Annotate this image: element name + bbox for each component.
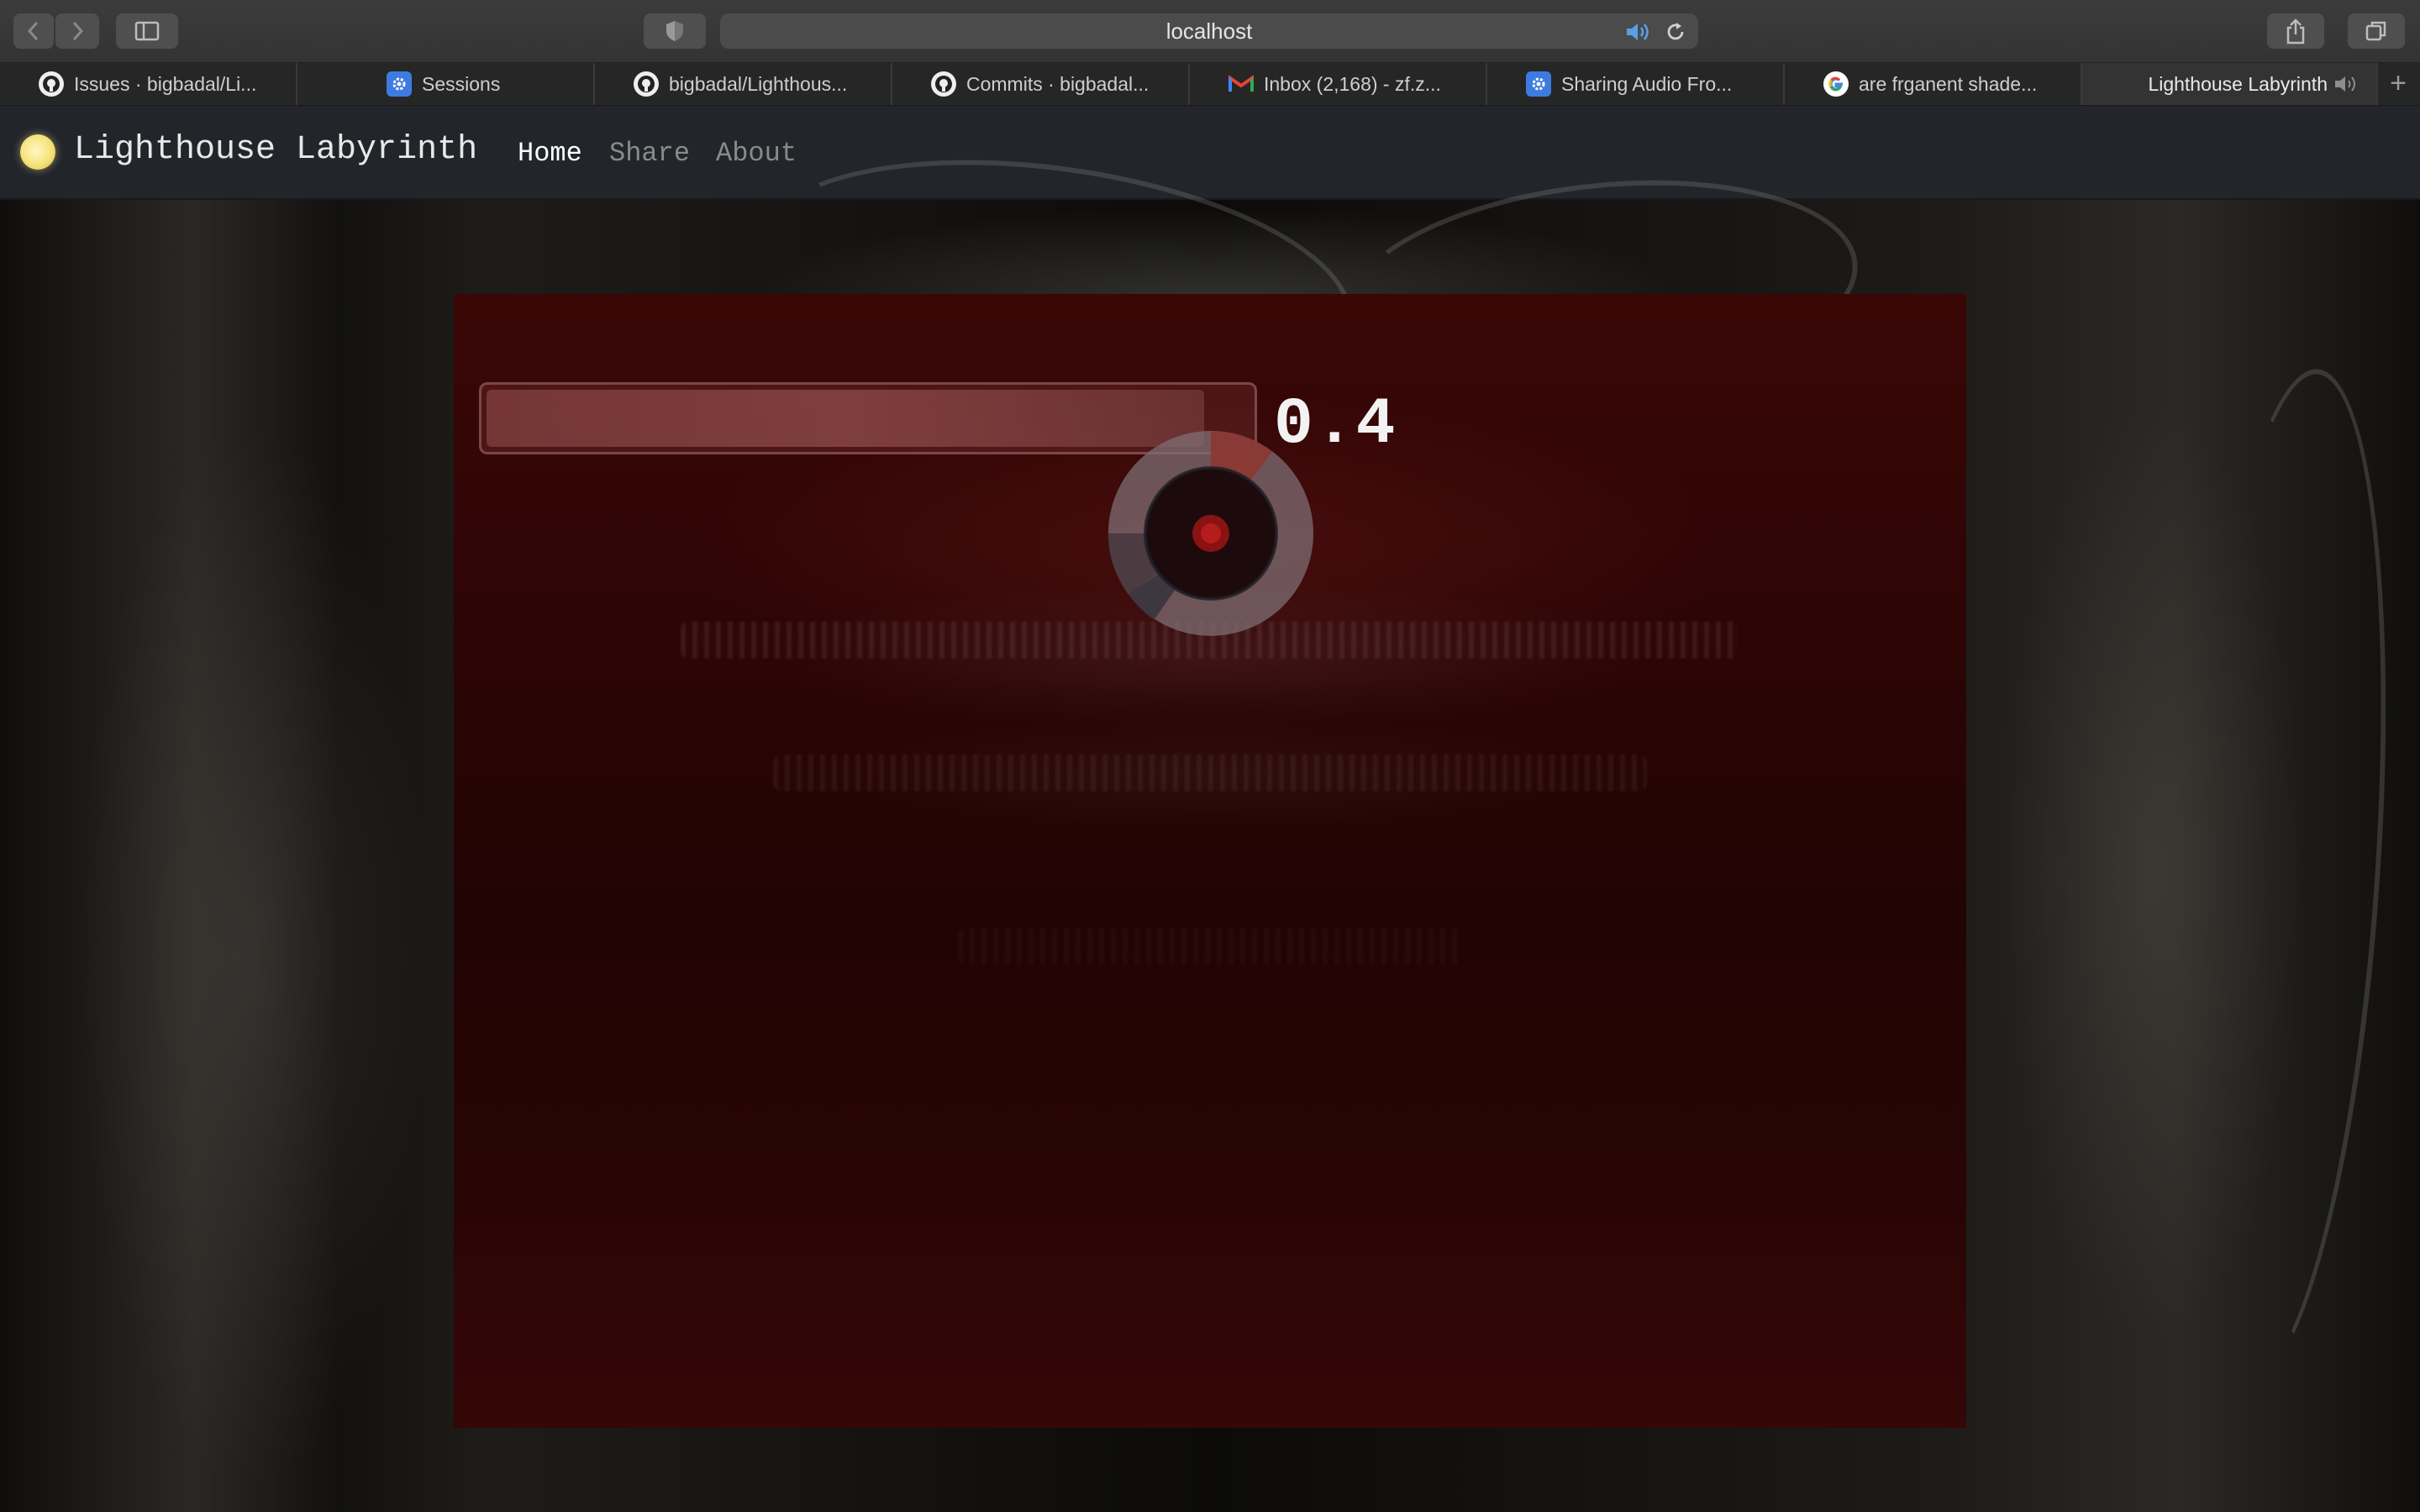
github-icon (634, 71, 659, 97)
github-icon (931, 71, 956, 97)
gmail-icon (1228, 71, 1254, 97)
tab-label: Commits · bigbadal... (966, 72, 1150, 95)
audio-playing-icon[interactable] (1624, 21, 1653, 43)
google-icon (1823, 71, 1849, 97)
address-bar[interactable]: localhost (720, 13, 1698, 49)
tab-label: Issues · bigbadal/Li... (74, 72, 257, 95)
tab-label: Lighthouse Labyrinth (2148, 72, 2328, 95)
url-text: localhost (1165, 18, 1253, 44)
tab-sessions[interactable]: Sessions (297, 63, 595, 105)
github-icon (39, 71, 64, 97)
game-canvas[interactable]: 0.4 (454, 294, 1966, 1428)
app-gear-icon (387, 71, 412, 97)
tab-issues[interactable]: Issues · bigbadal/Li... (0, 63, 297, 105)
tab-label: Inbox (2,168) - zf.z... (1264, 72, 1441, 95)
nav-about[interactable]: About (716, 138, 797, 169)
tab-lighthouse-labyrinth[interactable]: Lighthouse Labyrinth (2082, 63, 2378, 105)
background-vine (2149, 362, 2415, 1392)
sidebar-icon (134, 21, 160, 41)
audio-icon[interactable] (2333, 74, 2361, 94)
privacy-shield-button[interactable] (644, 13, 706, 49)
app-gear-icon (1526, 71, 1551, 97)
compass-dial (1108, 431, 1313, 636)
tab-inbox[interactable]: Inbox (2,168) - zf.z... (1190, 63, 1487, 105)
nav-home[interactable]: Home (518, 138, 582, 169)
tab-sharing-audio[interactable]: Sharing Audio Fro... (1487, 63, 1785, 105)
back-button[interactable] (13, 13, 54, 49)
tab-bar: Issues · bigbadal/Li... Sessions bigbada… (0, 63, 2420, 106)
site-navbar: Lighthouse Labyrinth Home Share About (0, 106, 2420, 200)
show-tabs-button[interactable] (2348, 13, 2405, 49)
forward-button[interactable] (55, 13, 99, 49)
site-title[interactable]: Lighthouse Labyrinth (74, 131, 477, 169)
nav-share[interactable]: Share (609, 138, 690, 169)
share-button[interactable] (2267, 13, 2324, 49)
sidebar-button[interactable] (116, 13, 178, 49)
lighthouse-logo-icon[interactable] (20, 134, 55, 170)
progress-fill (487, 390, 1204, 447)
tab-repo[interactable]: bigbadal/Lighthous... (595, 63, 892, 105)
corridor-texture (773, 754, 1647, 791)
tab-label: are frganent shade... (1859, 72, 2038, 95)
tab-label: Sessions (422, 72, 501, 95)
shield-icon (666, 21, 683, 41)
tab-label: Sharing Audio Fro... (1561, 72, 1733, 95)
tabs-overview-icon (2365, 21, 2386, 41)
new-tab-button[interactable]: + (2383, 67, 2413, 99)
tab-commits[interactable]: Commits · bigbadal... (892, 63, 1190, 105)
chevron-left-icon (27, 21, 39, 41)
tab-label: bigbadal/Lighthous... (669, 72, 848, 95)
browser-toolbar: localhost (0, 0, 2420, 63)
share-icon (2286, 18, 2305, 45)
tab-google-search[interactable]: are frganent shade... (1785, 63, 2082, 105)
reload-icon[interactable] (1665, 21, 1686, 43)
chevron-right-icon (72, 21, 84, 41)
corridor-texture (958, 928, 1462, 965)
